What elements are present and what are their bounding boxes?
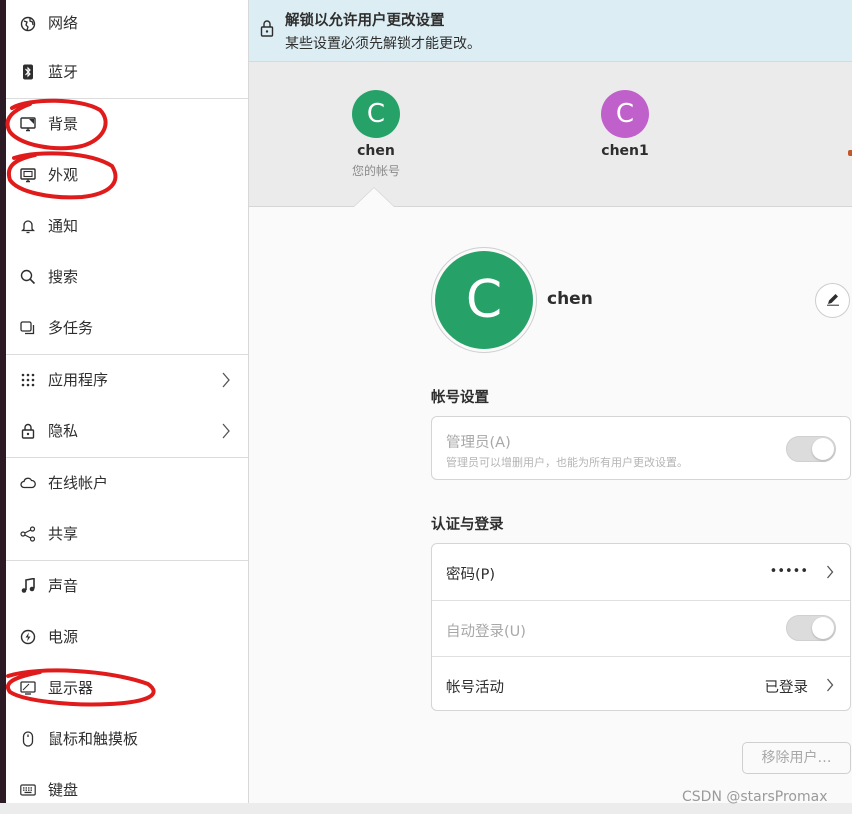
sidebar-item-appearance[interactable]: 外观 bbox=[6, 151, 248, 202]
next-user-avatar-partial[interactable] bbox=[848, 150, 852, 156]
music-note-icon bbox=[20, 577, 36, 595]
account-activity-row[interactable]: 帐号活动 已登录 bbox=[432, 656, 850, 712]
activity-label: 帐号活动 bbox=[446, 680, 504, 696]
sidebar-item-label: 背景 bbox=[48, 115, 79, 133]
sidebar-item-notifications[interactable]: 通知 bbox=[6, 202, 248, 253]
mouse-icon bbox=[20, 730, 36, 748]
unlock-infobar[interactable]: 解锁以允许用户更改设置 某些设置必须先解锁才能更改。 bbox=[249, 0, 852, 62]
sidebar-item-label: 应用程序 bbox=[48, 371, 109, 389]
edit-name-button[interactable] bbox=[815, 283, 850, 318]
current-user-name: chen bbox=[547, 289, 593, 309]
globe-icon bbox=[20, 15, 36, 33]
share-icon bbox=[20, 525, 36, 543]
chevron-right-icon bbox=[826, 564, 834, 580]
sidebar-item-label: 多任务 bbox=[48, 319, 94, 337]
sidebar-item-bluetooth[interactable]: 蓝牙 bbox=[6, 48, 248, 99]
sidebar-item-background[interactable]: 背景 bbox=[6, 100, 248, 151]
autologin-toggle[interactable] bbox=[786, 615, 836, 641]
bluetooth-icon bbox=[20, 63, 36, 81]
sidebar-divider bbox=[6, 457, 248, 458]
sidebar-divider bbox=[6, 98, 248, 99]
auth-box: 密码(P) ••••• 自动登录(U) 帐号活动 已登录 bbox=[431, 543, 851, 711]
password-label: 密码(P) bbox=[446, 567, 496, 583]
sidebar-divider bbox=[6, 354, 248, 355]
user-card-chen1[interactable]: C chen1 bbox=[565, 62, 685, 207]
admin-row: 管理员(A) 管理员可以增删用户，也能为所有用户更改设置。 bbox=[432, 417, 850, 479]
keyboard-icon bbox=[20, 781, 36, 799]
sidebar-item-network[interactable]: 网络 bbox=[6, 0, 248, 51]
chevron-right-icon bbox=[221, 372, 231, 388]
sidebar-item-multitasking[interactable]: 多任务 bbox=[6, 304, 248, 355]
admin-toggle[interactable] bbox=[786, 436, 836, 462]
sidebar-item-mouse-touchpad[interactable]: 鼠标和触摸板 bbox=[6, 715, 248, 766]
sidebar-item-sharing[interactable]: 共享 bbox=[6, 510, 248, 561]
user-card-chen[interactable]: C chen 您的帐号 bbox=[316, 62, 436, 207]
account-settings-heading: 帐号设置 bbox=[431, 390, 489, 406]
bell-icon bbox=[20, 217, 36, 235]
admin-label: 管理员(A) bbox=[446, 435, 511, 451]
autologin-row: 自动登录(U) bbox=[432, 600, 850, 656]
unlock-title: 解锁以允许用户更改设置 bbox=[285, 13, 445, 29]
sidebar-item-search[interactable]: 搜索 bbox=[6, 253, 248, 304]
cloud-icon bbox=[20, 474, 36, 492]
monitor-icon bbox=[20, 115, 36, 133]
user-subtitle: 您的帐号 bbox=[351, 164, 400, 178]
sidebar-item-privacy[interactable]: 隐私 bbox=[6, 407, 248, 458]
settings-sidebar: 网络 蓝牙 背景 外观 通知 搜索 多任务 应用程序 隐私 在线帐户 共享 声音… bbox=[6, 0, 249, 803]
sidebar-item-label: 鼠标和触摸板 bbox=[48, 730, 139, 748]
display-icon bbox=[20, 679, 36, 697]
sidebar-item-sound[interactable]: 声音 bbox=[6, 562, 248, 613]
sidebar-item-displays[interactable]: 显示器 bbox=[6, 664, 248, 715]
sidebar-item-label: 在线帐户 bbox=[48, 474, 109, 492]
user-avatar-button[interactable]: C bbox=[435, 251, 533, 349]
sidebar-item-label: 网络 bbox=[48, 14, 79, 32]
remove-user-button[interactable]: 移除用户… bbox=[742, 742, 851, 774]
avatar: C bbox=[601, 90, 649, 138]
user-name: chen1 bbox=[601, 143, 649, 159]
chevron-right-icon bbox=[221, 423, 231, 439]
power-icon bbox=[20, 628, 36, 646]
password-row[interactable]: 密码(P) ••••• bbox=[432, 544, 850, 600]
sidebar-item-label: 隐私 bbox=[48, 422, 79, 440]
avatar: C bbox=[352, 90, 400, 138]
lock-icon bbox=[260, 19, 274, 37]
unlock-subtitle: 某些设置必须先解锁才能更改。 bbox=[285, 36, 481, 52]
autologin-label: 自动登录(U) bbox=[446, 624, 526, 640]
watermark: CSDN @starsPromax bbox=[682, 789, 828, 805]
auth-heading: 认证与登录 bbox=[431, 517, 504, 533]
sidebar-item-label: 共享 bbox=[48, 525, 79, 543]
sidebar-item-label: 显示器 bbox=[48, 679, 94, 697]
selection-pointer bbox=[354, 188, 394, 207]
appearance-icon bbox=[20, 166, 36, 184]
pencil-icon bbox=[826, 291, 840, 310]
lock-icon bbox=[20, 422, 36, 440]
sidebar-item-label: 电源 bbox=[48, 628, 79, 646]
sidebar-item-label: 搜索 bbox=[48, 268, 79, 286]
sidebar-item-label: 蓝牙 bbox=[48, 63, 79, 81]
admin-description: 管理员可以增删用户，也能为所有用户更改设置。 bbox=[446, 456, 688, 469]
account-settings-box: 管理员(A) 管理员可以增删用户，也能为所有用户更改设置。 bbox=[431, 416, 851, 480]
search-icon bbox=[20, 268, 36, 286]
user-name: chen bbox=[357, 143, 395, 159]
activity-value: 已登录 bbox=[764, 680, 809, 696]
chevron-right-icon bbox=[826, 677, 834, 693]
sidebar-item-label: 键盘 bbox=[48, 781, 79, 799]
sidebar-item-label: 通知 bbox=[48, 217, 79, 235]
sidebar-item-applications[interactable]: 应用程序 bbox=[6, 356, 248, 407]
password-value: ••••• bbox=[769, 564, 808, 579]
apps-grid-icon bbox=[20, 371, 36, 389]
user-carousel: C chen 您的帐号 C chen1 bbox=[249, 62, 852, 207]
sidebar-item-power[interactable]: 电源 bbox=[6, 613, 248, 664]
sidebar-item-label: 声音 bbox=[48, 577, 79, 595]
users-panel: 解锁以允许用户更改设置 某些设置必须先解锁才能更改。 C chen 您的帐号 C… bbox=[249, 0, 852, 803]
sidebar-item-label: 外观 bbox=[48, 166, 79, 184]
sidebar-item-online-accounts[interactable]: 在线帐户 bbox=[6, 459, 248, 510]
sidebar-divider bbox=[6, 560, 248, 561]
multitask-icon bbox=[20, 319, 36, 337]
